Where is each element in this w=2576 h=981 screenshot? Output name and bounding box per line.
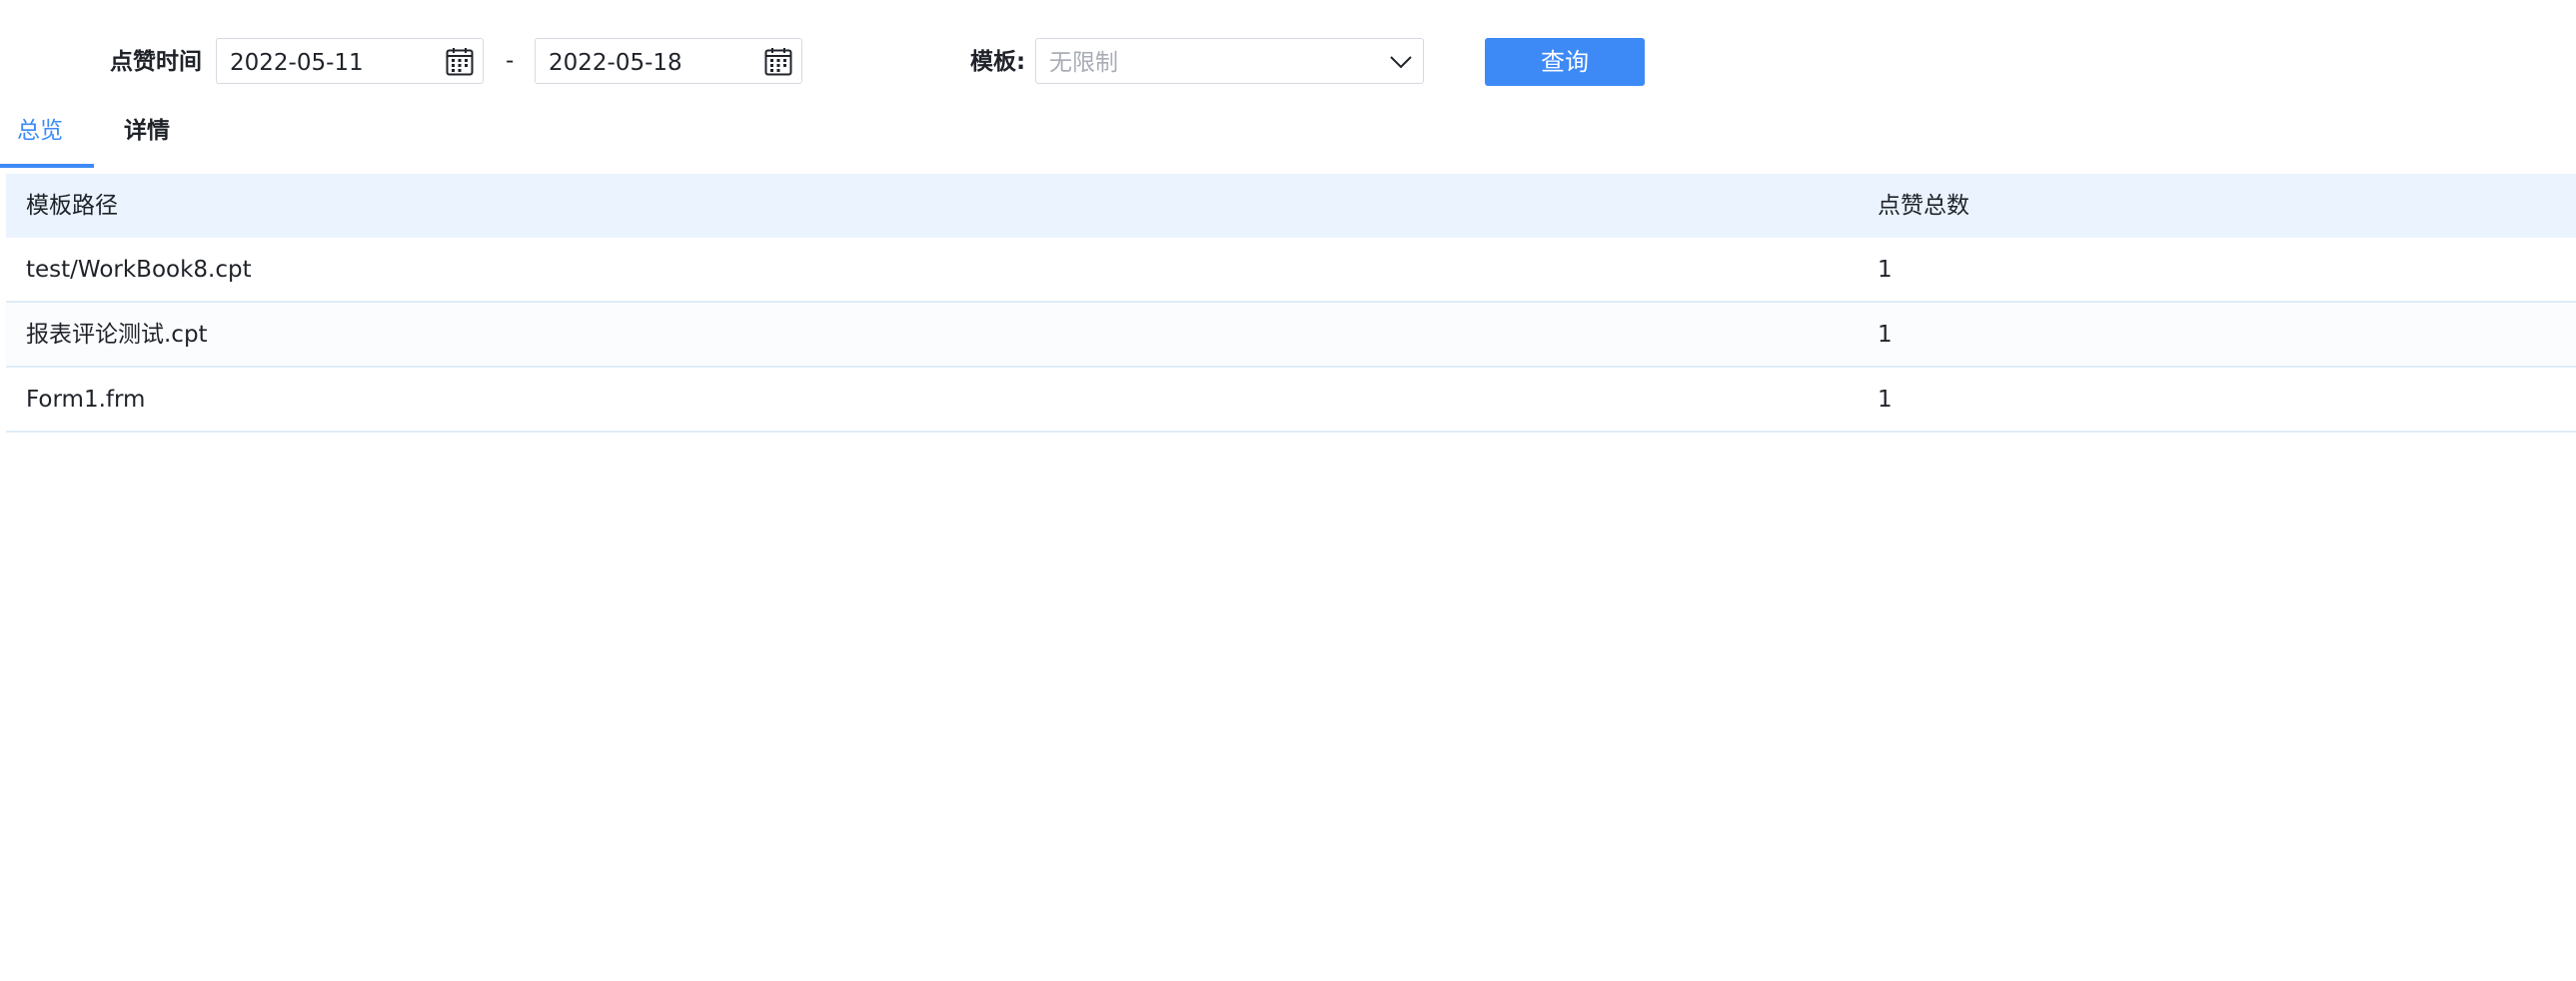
active-tab-indicator bbox=[0, 164, 94, 168]
template-select[interactable]: 无限制 bbox=[1035, 38, 1424, 84]
end-date-input[interactable]: 2022-05-18 bbox=[535, 38, 802, 84]
column-header-like-count: 点赞总数 bbox=[1878, 193, 1969, 219]
table-header: 模板路径 点赞总数 bbox=[6, 174, 2576, 238]
like-time-label: 点赞时间 bbox=[110, 49, 202, 75]
query-button[interactable]: 查询 bbox=[1485, 38, 1645, 86]
likes-table: 模板路径 点赞总数 test/WorkBook8.cpt 1 报表评论测试.cp… bbox=[6, 174, 2576, 433]
start-date-value: 2022-05-11 bbox=[230, 50, 364, 76]
tab-overview[interactable]: 总览 bbox=[17, 116, 63, 146]
calendar-icon[interactable] bbox=[763, 47, 793, 77]
table-row[interactable]: test/WorkBook8.cpt 1 bbox=[6, 238, 2576, 303]
end-date-value: 2022-05-18 bbox=[549, 50, 682, 76]
page: 点赞时间 2022-05-11 - 2022-05-18 模板: 无限制 查询 … bbox=[0, 0, 2576, 981]
tab-details[interactable]: 详情 bbox=[124, 116, 170, 146]
calendar-icon[interactable] bbox=[445, 47, 475, 77]
chevron-down-icon bbox=[1390, 56, 1412, 69]
like-count-cell: 1 bbox=[1878, 256, 1893, 283]
template-path-cell: 报表评论测试.cpt bbox=[26, 321, 208, 348]
template-label: 模板: bbox=[970, 49, 1026, 75]
start-date-input[interactable]: 2022-05-11 bbox=[216, 38, 484, 84]
filter-bar: 点赞时间 2022-05-11 - 2022-05-18 模板: 无限制 查询 bbox=[0, 38, 2576, 86]
like-count-cell: 1 bbox=[1878, 321, 1893, 348]
table-row[interactable]: Form1.frm 1 bbox=[6, 368, 2576, 433]
table-row[interactable]: 报表评论测试.cpt 1 bbox=[6, 303, 2576, 368]
template-path-cell: Form1.frm bbox=[26, 386, 146, 413]
like-count-cell: 1 bbox=[1878, 386, 1893, 413]
column-header-template-path: 模板路径 bbox=[26, 193, 118, 219]
template-path-cell: test/WorkBook8.cpt bbox=[26, 256, 252, 283]
date-range-separator: - bbox=[506, 48, 515, 74]
template-select-placeholder: 无限制 bbox=[1049, 50, 1118, 76]
